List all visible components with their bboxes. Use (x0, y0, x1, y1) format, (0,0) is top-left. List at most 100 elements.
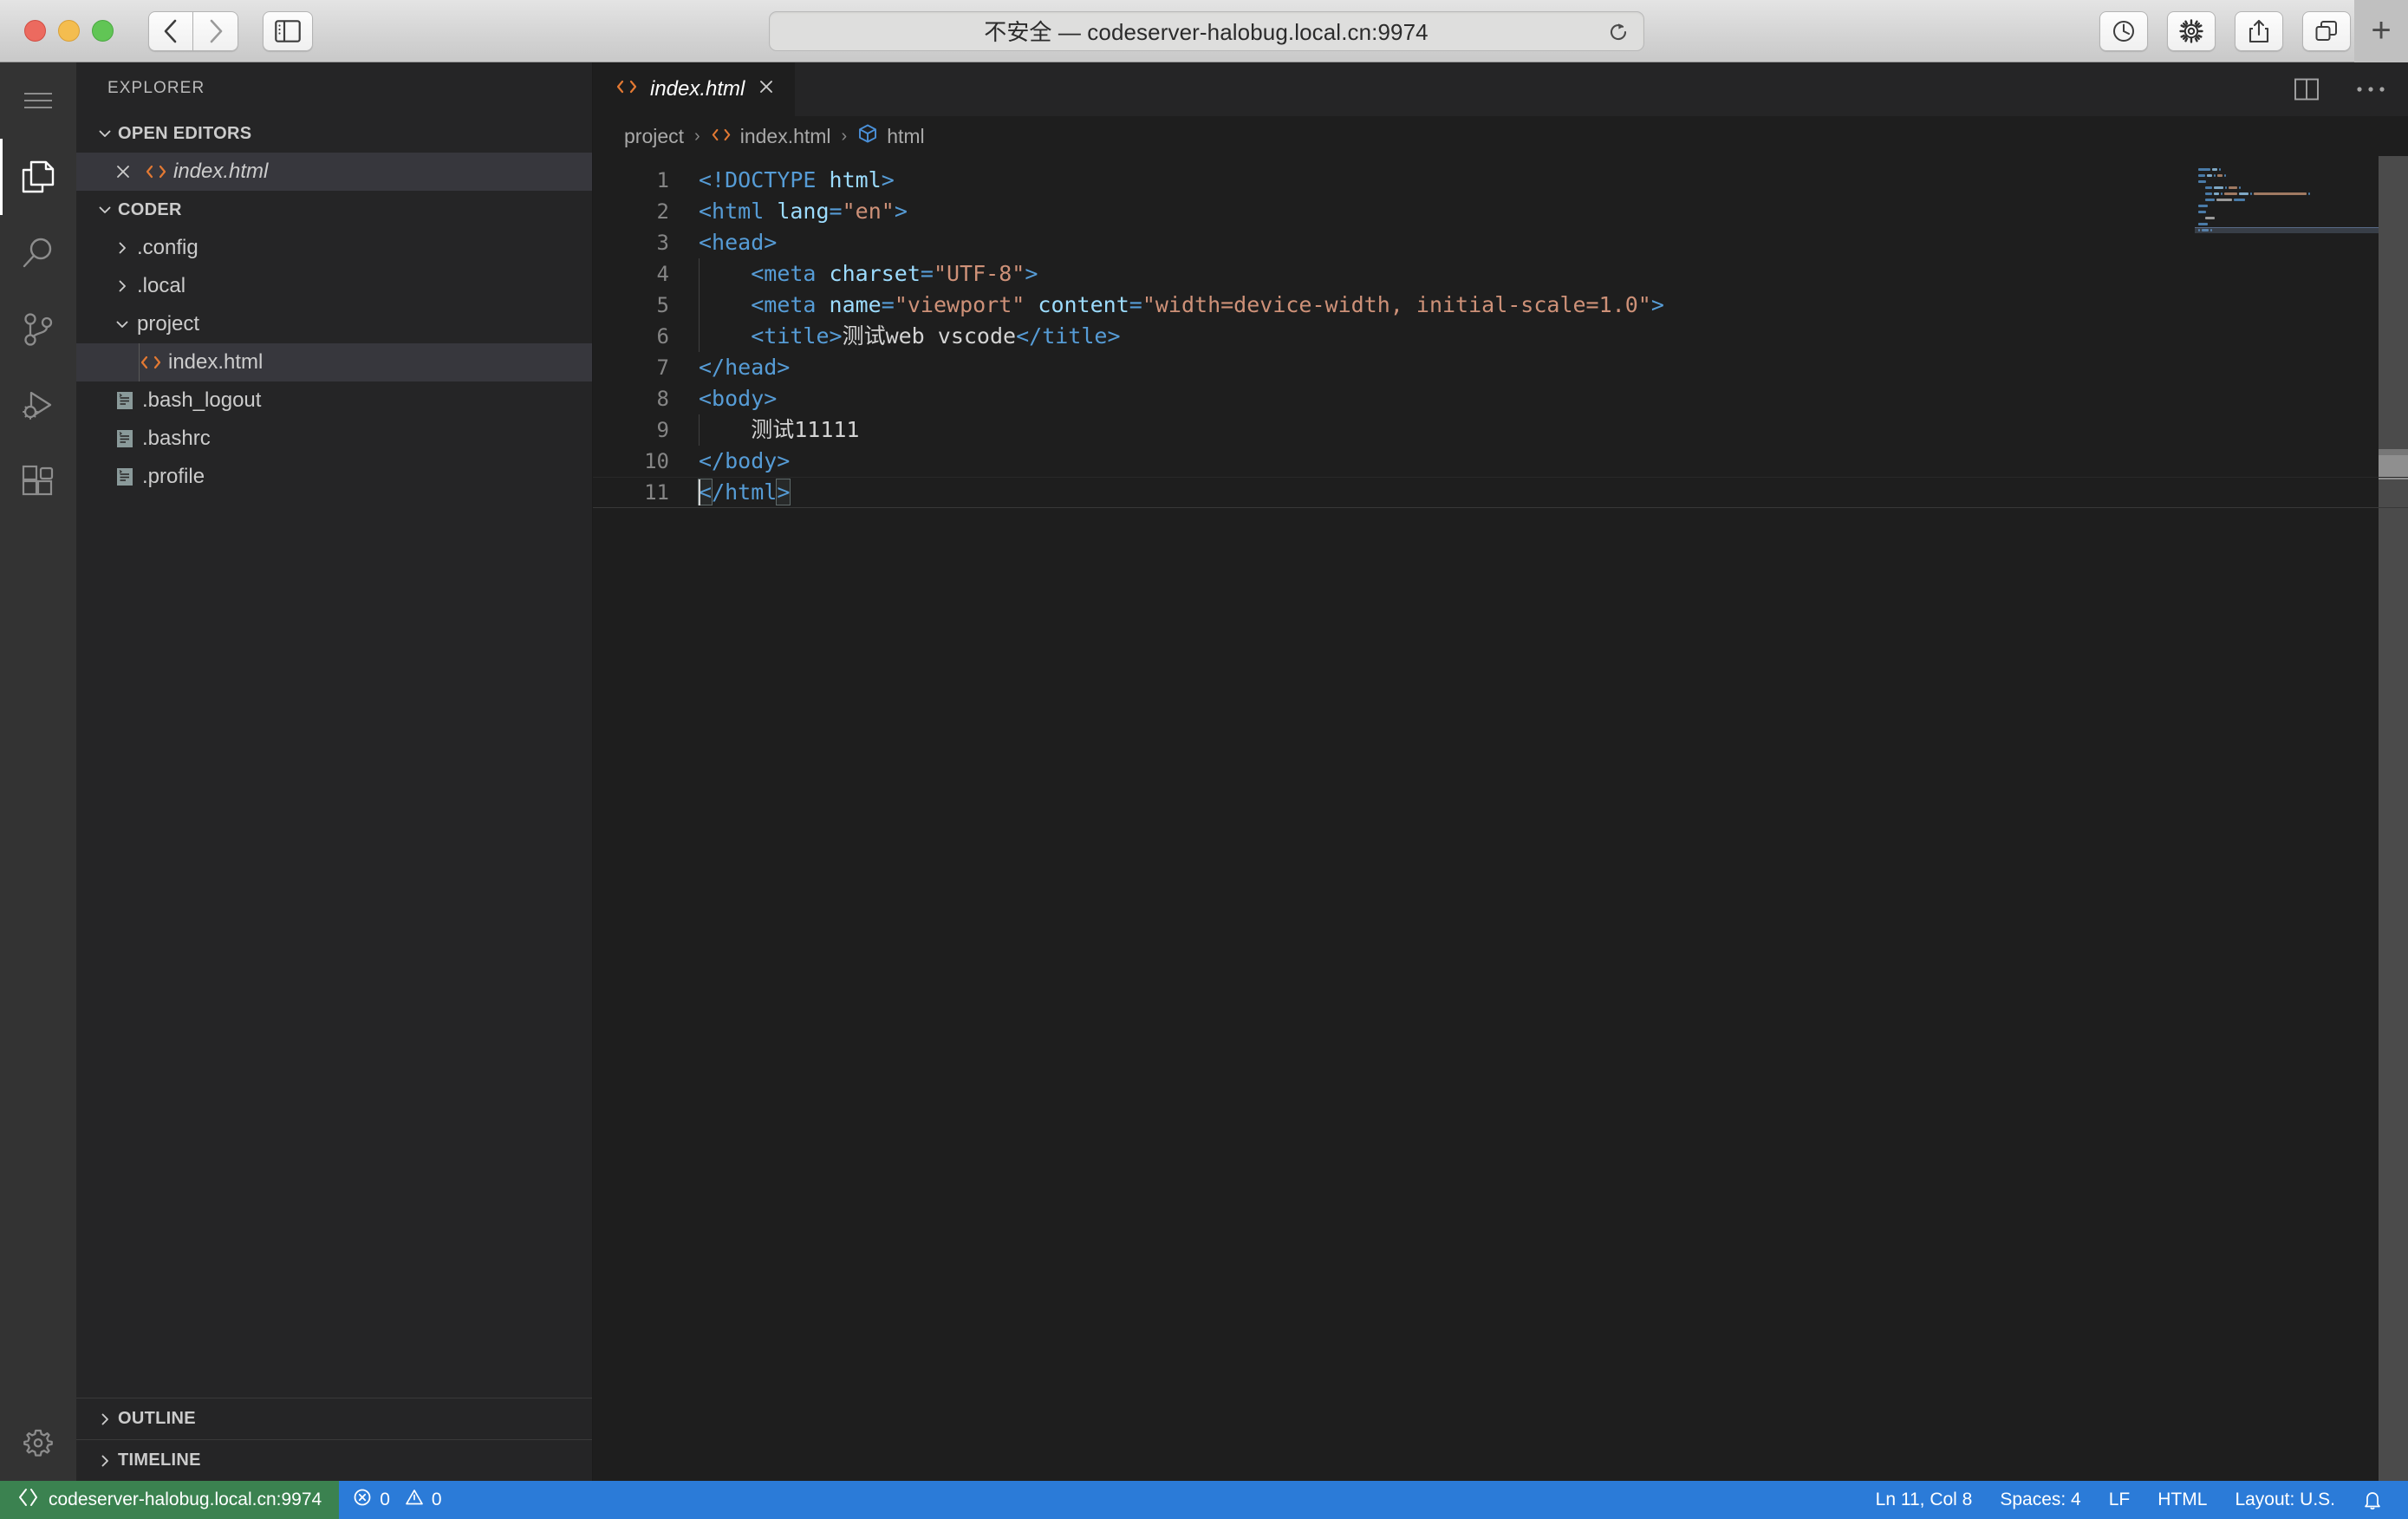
status-remote-indicator[interactable]: codeserver-halobug.local.cn:9974 (0, 1481, 339, 1519)
editor-tab-label: index.html (650, 77, 745, 101)
editor-tab-index-html[interactable]: index.html (593, 62, 796, 116)
code-text[interactable]: <!DOCTYPE html><html lang="en"><head> <m… (669, 156, 2408, 1481)
tree-item-profile[interactable]: .profile (76, 458, 592, 496)
tabs-overview-button[interactable] (2302, 11, 2351, 51)
maximize-window-button[interactable] (92, 20, 114, 42)
line-number: 1 (593, 165, 669, 196)
minimap-segment (2239, 186, 2241, 189)
editor-tab-actions (2294, 62, 2385, 116)
activity-item-menu[interactable] (0, 62, 76, 139)
history-button[interactable] (2099, 11, 2148, 51)
close-window-button[interactable] (24, 20, 46, 42)
activity-item-manage[interactable] (0, 1405, 76, 1481)
minimap-segment (2198, 223, 2208, 225)
open-editor-item-index-html[interactable]: index.html (76, 153, 592, 191)
code-token: < (699, 479, 712, 505)
code-token: <title> (751, 323, 842, 349)
editor-scrollbar[interactable] (2379, 156, 2408, 1481)
status-language-mode[interactable]: HTML (2144, 1481, 2221, 1519)
minimap-segment (2225, 186, 2227, 189)
minimap[interactable] (2195, 156, 2379, 1481)
html-file-icon (615, 77, 638, 101)
code-token: = (830, 199, 843, 224)
settings-button[interactable] (2167, 11, 2216, 51)
section-open-editors[interactable]: OPEN EDITORS (76, 114, 592, 153)
activity-item-extensions[interactable] (0, 444, 76, 520)
back-button[interactable] (148, 11, 193, 51)
status-eol[interactable]: LF (2095, 1481, 2144, 1519)
code-token: charset (830, 261, 921, 286)
section-outline-label: OUTLINE (118, 1409, 196, 1429)
breadcrumb-item-project[interactable]: project (624, 125, 684, 148)
minimap-segment (2198, 180, 2206, 183)
bell-icon (2363, 1490, 2382, 1510)
scrollbar-thumb[interactable] (2379, 455, 2408, 479)
source-control-icon (20, 311, 56, 348)
minimap-segment (2207, 174, 2212, 177)
tree-item-index-html[interactable]: index.html (76, 343, 592, 381)
activity-item-source-control[interactable] (0, 291, 76, 368)
extensions-icon (20, 464, 56, 500)
code-editor[interactable]: 1 2 3 4 5 6 7 8 9 10 11 <!DOCTYPE html><… (593, 156, 2408, 1481)
activity-item-run-and-debug[interactable] (0, 368, 76, 444)
section-folder-coder[interactable]: CODER (76, 191, 592, 229)
tree-item-bash-logout[interactable]: .bash_logout (76, 381, 592, 420)
code-line: <title>测试web vscode</title> (699, 321, 2408, 352)
minimap-segment (2224, 192, 2238, 195)
chevron-down-icon (92, 202, 118, 218)
code-token: name (830, 292, 882, 317)
search-icon (20, 235, 56, 271)
activity-item-search[interactable] (0, 215, 76, 291)
section-outline[interactable]: OUTLINE (76, 1398, 592, 1439)
new-tab-button[interactable]: + (2354, 0, 2408, 62)
minimap-segment (2198, 174, 2205, 177)
status-notifications[interactable] (2349, 1481, 2396, 1519)
address-bar[interactable]: 不安全 — codeserver-halobug.local.cn:9974 (769, 11, 1644, 51)
code-token: = (921, 261, 934, 286)
section-timeline[interactable]: TIMELINE (76, 1439, 592, 1481)
code-token: > (777, 479, 790, 505)
minimize-window-button[interactable] (58, 20, 80, 42)
minimap-line (2195, 166, 2379, 173)
activity-item-explorer[interactable] (0, 139, 76, 215)
reload-button[interactable] (1604, 17, 1633, 47)
minimap-segment (2198, 168, 2210, 171)
close-icon[interactable] (757, 77, 776, 102)
status-indentation[interactable]: Spaces: 4 (1986, 1481, 2094, 1519)
code-line: <meta name="viewport" content="width=dev… (699, 290, 2408, 321)
gear-icon (2178, 18, 2204, 44)
tree-item-config[interactable]: .config (76, 229, 592, 267)
ellipsis-icon[interactable] (2356, 85, 2385, 94)
chevron-left-icon (161, 18, 180, 44)
run-debug-icon (19, 388, 57, 424)
code-token: "en" (843, 199, 895, 224)
code-token (699, 292, 751, 317)
tree-item-bashrc[interactable]: .bashrc (76, 420, 592, 458)
minimap-segment (2217, 174, 2223, 177)
chevron-right-icon (107, 240, 137, 256)
forward-button[interactable] (193, 11, 238, 51)
explorer-empty-space (76, 496, 592, 1398)
line-number-gutter: 1 2 3 4 5 6 7 8 9 10 11 (593, 156, 669, 1481)
tree-item-project[interactable]: project (76, 305, 592, 343)
status-problems[interactable]: 0 0 (339, 1481, 455, 1519)
sidebar-toggle-button[interactable] (263, 11, 313, 51)
share-button[interactable] (2235, 11, 2283, 51)
code-token: <body> (699, 386, 777, 411)
code-line: <!DOCTYPE html> (699, 165, 2408, 196)
breadcrumb-item-index-html[interactable]: index.html (711, 125, 831, 148)
split-editor-icon[interactable] (2294, 77, 2320, 101)
tree-item-local[interactable]: .local (76, 267, 592, 305)
minimap-line (2195, 221, 2379, 227)
close-icon[interactable] (107, 163, 139, 180)
status-cursor-position[interactable]: Ln 11, Col 8 (1862, 1481, 1987, 1519)
minimap-segment (2216, 199, 2233, 201)
code-token (1025, 292, 1038, 317)
code-token: <!DOCTYPE (699, 167, 830, 192)
chevron-right-icon (92, 1411, 118, 1427)
breadcrumb-item-html-symbol[interactable]: html (857, 123, 924, 149)
code-token: /html (712, 479, 777, 505)
minimap-segment (2214, 174, 2216, 177)
status-keyboard-layout[interactable]: Layout: U.S. (2221, 1481, 2349, 1519)
minimap-segment (2205, 217, 2215, 219)
